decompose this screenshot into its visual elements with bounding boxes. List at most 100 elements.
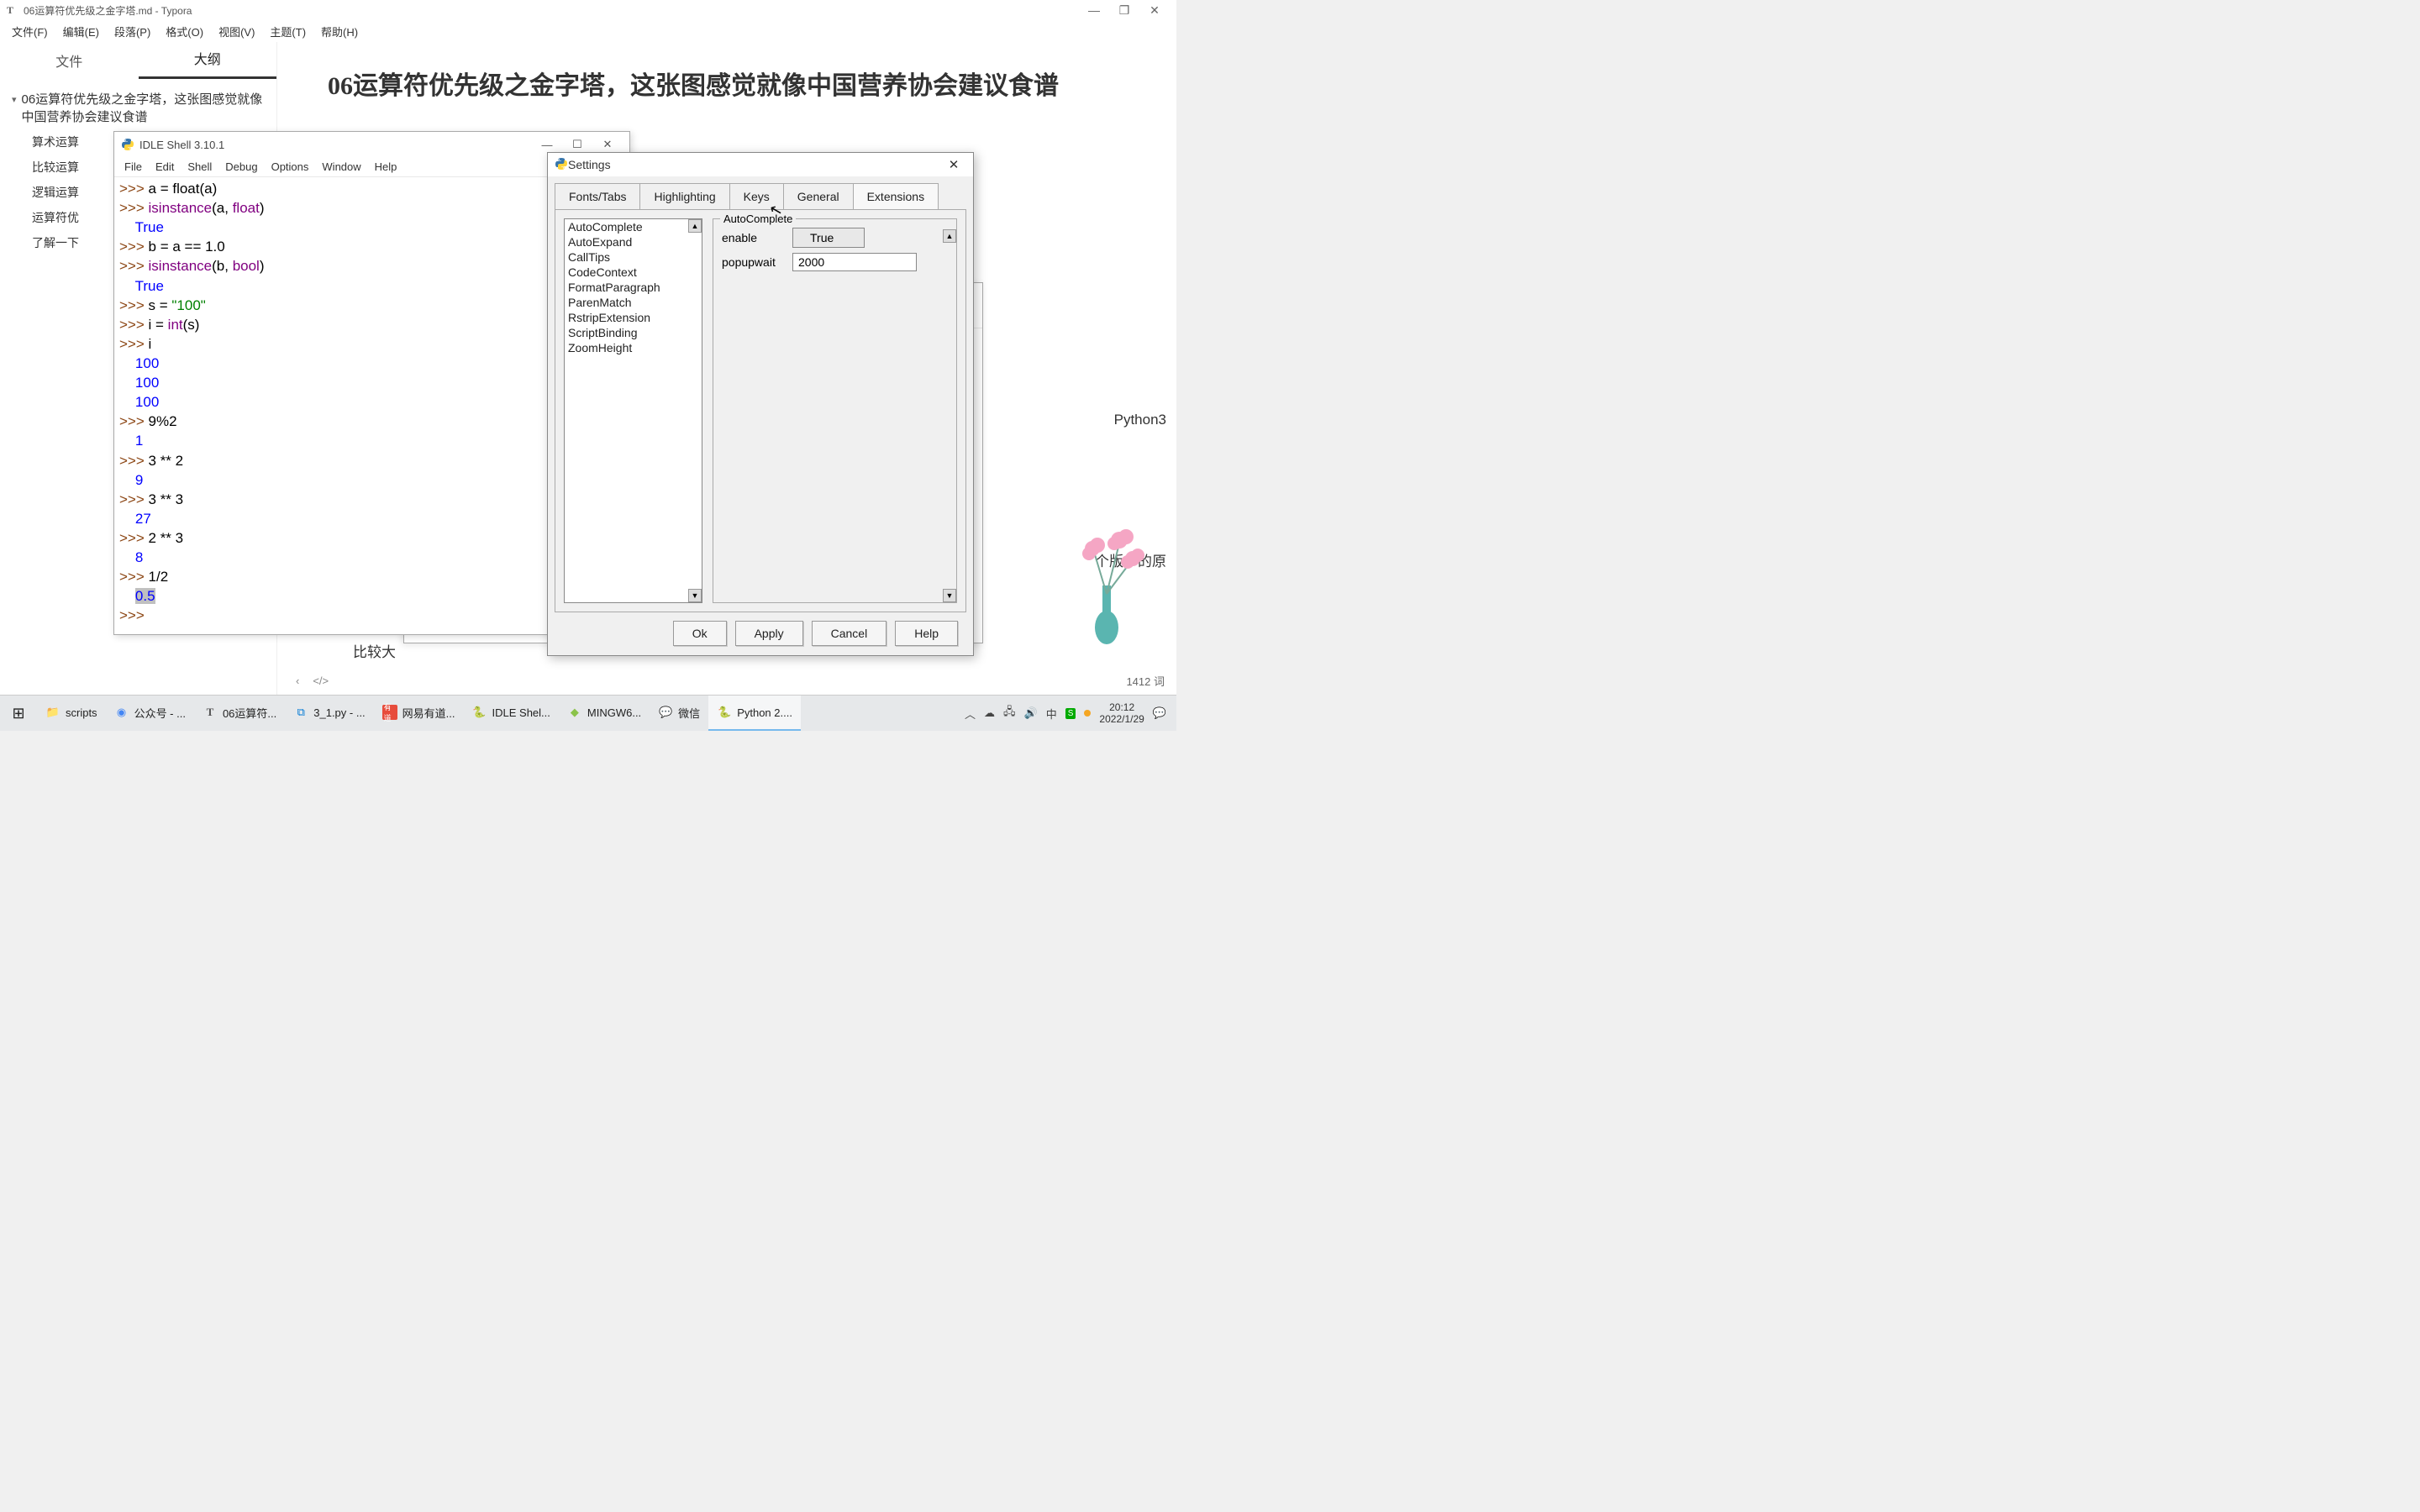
taskbar-item[interactable]: 🐍Python 2.... <box>708 696 801 731</box>
taskbar-item-label: scripts <box>66 706 97 719</box>
ok-button[interactable]: Ok <box>673 621 727 646</box>
tab-fonts[interactable]: Fonts/Tabs <box>555 183 640 209</box>
menu-theme[interactable]: 主题(T) <box>265 22 311 41</box>
tray-volume-icon[interactable]: 🔊 <box>1024 706 1038 720</box>
menu-edit[interactable]: Edit <box>150 159 179 175</box>
tray-app-icon[interactable]: S <box>1065 708 1076 719</box>
taskbar-item[interactable]: 🐍IDLE Shel... <box>464 696 559 731</box>
close-button[interactable]: ✕ <box>1139 3 1170 18</box>
system-tray: ︿ ☁ 🖧 🔊 中 S 20:12 2022/1/29 💬 <box>955 701 1176 726</box>
taskbar-item[interactable]: ⧉ 3_1.py - ... <box>285 696 373 731</box>
extension-item[interactable]: AutoExpand <box>565 234 702 249</box>
sidebar-tab-outline[interactable]: 大纲 <box>139 39 277 79</box>
mingw-icon: ◆ <box>567 705 582 720</box>
chrome-icon: ◉ <box>114 705 129 720</box>
minimize-button[interactable]: — <box>532 139 562 151</box>
menu-format[interactable]: 格式(O) <box>160 22 208 41</box>
menu-window[interactable]: Window <box>317 159 366 175</box>
taskbar-item[interactable]: 💬微信 <box>650 696 708 731</box>
help-button[interactable]: Help <box>895 621 958 646</box>
close-button[interactable]: ✕ <box>941 157 966 172</box>
vscode-icon: ⧉ <box>293 705 308 720</box>
close-button[interactable]: ✕ <box>592 138 623 151</box>
taskbar-item-label: IDLE Shel... <box>492 706 550 719</box>
cancel-button[interactable]: Cancel <box>812 621 887 646</box>
typora-app-icon: T <box>7 4 18 16</box>
scroll-up-icon[interactable]: ▲ <box>943 229 956 243</box>
tab-keys[interactable]: Keys <box>729 183 784 209</box>
tab-general[interactable]: General <box>783 183 854 209</box>
taskbar-item-label: 3_1.py - ... <box>313 706 365 719</box>
extension-item[interactable]: CodeContext <box>565 265 702 280</box>
extension-item[interactable]: ScriptBinding <box>565 325 702 340</box>
menu-paragraph[interactable]: 段落(P) <box>109 22 155 41</box>
flower-decoration <box>1060 518 1153 644</box>
word-count[interactable]: 1412 词 <box>1126 673 1165 689</box>
dialog-buttons: Ok Apply Cancel Help <box>548 612 973 654</box>
menu-options[interactable]: Options <box>266 159 314 175</box>
taskbar-item[interactable]: T06运算符... <box>194 696 285 731</box>
python-icon <box>121 138 134 151</box>
wechat-icon: 💬 <box>658 705 673 720</box>
taskbar-item[interactable]: 📁 scripts <box>37 696 106 731</box>
sidebar-tab-file[interactable]: 文件 <box>0 42 139 79</box>
settings-dialog: Settings ✕ Fonts/Tabs Highlighting Keys … <box>547 152 974 656</box>
menu-edit[interactable]: 编辑(E) <box>58 22 104 41</box>
tray-ime-icon[interactable]: 中 <box>1046 706 1057 722</box>
tab-extensions[interactable]: Extensions <box>853 183 939 209</box>
scroll-down-icon[interactable]: ▼ <box>688 589 702 602</box>
taskbar-item[interactable]: ◆ MINGW6... <box>559 696 650 731</box>
document-heading[interactable]: 06运算符优先级之金字塔，这张图感觉就像中国营养协会建议食谱 <box>328 67 1126 105</box>
notifications-icon[interactable]: 💬 <box>1153 706 1166 720</box>
menu-shell[interactable]: Shell <box>182 159 217 175</box>
scroll-up-icon[interactable]: ▲ <box>688 219 702 233</box>
scroll-down-icon[interactable]: ▼ <box>943 589 956 602</box>
group-label: AutoComplete <box>720 213 796 225</box>
notification-dot-icon <box>1084 710 1091 717</box>
source-mode-icon[interactable]: </> <box>306 675 335 687</box>
python-icon: 🐍 <box>717 705 732 720</box>
clock-time: 20:12 <box>1099 701 1144 713</box>
minimize-button[interactable]: — <box>1079 3 1109 17</box>
nav-back-icon[interactable]: ‹ <box>289 675 306 687</box>
tray-chevron-icon[interactable]: ︿ <box>965 706 976 722</box>
taskbar-item[interactable]: ◉公众号 - ... <box>106 696 194 731</box>
menu-file[interactable]: File <box>119 159 147 175</box>
taskbar-item[interactable]: 有道网易有道... <box>374 696 464 731</box>
extension-list[interactable]: ▲ AutoComplete AutoExpand CallTips CodeC… <box>564 218 702 603</box>
maximize-button[interactable]: ☐ <box>562 138 592 151</box>
tab-highlighting[interactable]: Highlighting <box>639 183 729 209</box>
taskbar-item-label: MINGW6... <box>587 706 641 719</box>
python-icon <box>555 157 568 173</box>
settings-tabs: Fonts/Tabs Highlighting Keys General Ext… <box>555 183 966 209</box>
settings-title-text: Settings <box>568 158 611 171</box>
extension-item[interactable]: ParenMatch <box>565 295 702 310</box>
extension-item[interactable]: RstripExtension <box>565 310 702 325</box>
tray-network-icon[interactable]: 🖧 <box>1003 704 1016 722</box>
content-fragment: 比较大 <box>353 640 396 661</box>
extension-item[interactable]: CallTips <box>565 249 702 265</box>
menu-help[interactable]: 帮助(H) <box>316 22 363 41</box>
outline-root[interactable]: ▾ 06运算符优先级之金字塔，这张图感觉就像中国营养协会建议食谱 <box>12 87 265 129</box>
chevron-down-icon[interactable]: ▾ <box>12 94 17 126</box>
outline-root-label: 06运算符优先级之金字塔，这张图感觉就像中国营养协会建议食谱 <box>22 91 265 126</box>
tray-onedrive-icon[interactable]: ☁ <box>984 706 995 720</box>
folder-icon: 📁 <box>45 705 60 720</box>
menu-debug[interactable]: Debug <box>220 159 262 175</box>
start-button[interactable]: ⊞ <box>0 705 37 722</box>
windows-taskbar: ⊞ 📁 scripts ◉公众号 - ...T06运算符... ⧉ 3_1.py - .… <box>0 695 1176 731</box>
typora-title-text: 06运算符优先级之金字塔.md - Typora <box>24 3 192 18</box>
extension-item[interactable]: FormatParagraph <box>565 280 702 295</box>
apply-button[interactable]: Apply <box>735 621 803 646</box>
extension-item[interactable]: ZoomHeight <box>565 340 702 355</box>
enable-dropdown[interactable]: True <box>792 228 865 248</box>
popupwait-input[interactable] <box>792 253 917 271</box>
menu-help[interactable]: Help <box>370 159 402 175</box>
menu-view[interactable]: 视图(V) <box>213 22 260 41</box>
enable-label: enable <box>722 231 786 244</box>
settings-titlebar[interactable]: Settings ✕ <box>548 153 973 176</box>
menu-file[interactable]: 文件(F) <box>7 22 53 41</box>
extension-item[interactable]: AutoComplete <box>565 219 702 234</box>
taskbar-clock[interactable]: 20:12 2022/1/29 <box>1099 701 1144 726</box>
maximize-button[interactable]: ❐ <box>1109 3 1139 18</box>
